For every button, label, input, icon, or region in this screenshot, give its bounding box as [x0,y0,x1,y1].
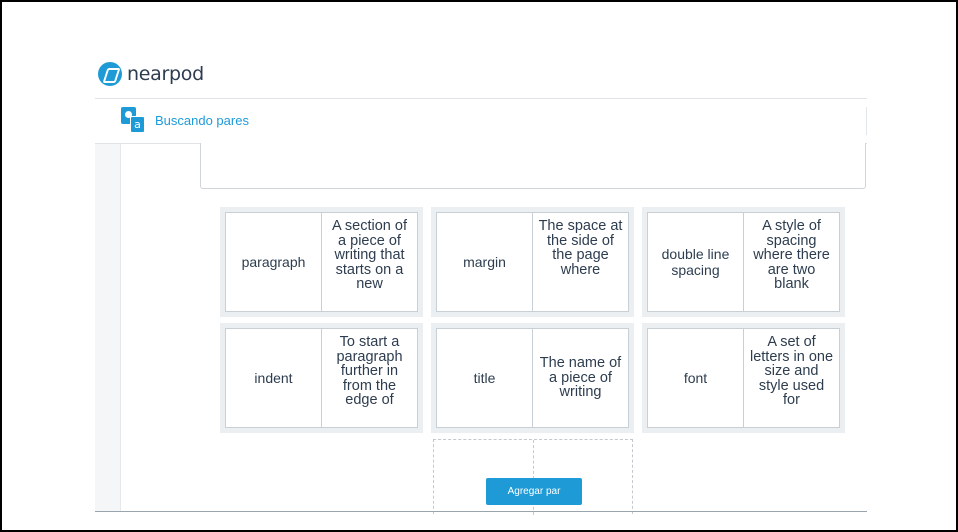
pair-definition[interactable]: A style of spacing where there are two b… [744,213,839,311]
pair-definition[interactable]: The name of a piece of writing [533,329,628,427]
instructions-field[interactable] [200,143,866,189]
nearpod-logo-icon [98,62,122,86]
left-sidebar [95,144,121,511]
brand-name: nearpod [127,63,204,85]
pair-term[interactable]: margin [437,213,533,311]
pair-term[interactable]: double line spacing [648,213,744,311]
activity-header: a Buscando pares [95,98,867,144]
add-pair-button[interactable]: Agregar par [486,478,582,505]
bottom-divider [95,511,867,512]
screenshot-frame: nearpod a Buscando pares paragraph A sec… [0,0,958,532]
pair-card[interactable]: title The name of a piece of writing [431,323,634,433]
pair-term[interactable]: paragraph [226,213,322,311]
pair-card[interactable]: margin The space at the side of the page… [431,207,634,317]
pair-term[interactable]: title [437,329,533,427]
pair-definition[interactable]: A section of a piece of writing that sta… [322,213,417,311]
pair-definition[interactable]: To start a paragraph further in from the… [322,329,417,427]
pair-term[interactable]: indent [226,329,322,427]
pair-term[interactable]: font [648,329,744,427]
nearpod-logo: nearpod [98,62,204,86]
pair-definition[interactable]: A set of letters in one size and style u… [744,329,839,427]
matching-pairs-icon-letter: a [130,116,145,133]
pair-card[interactable]: double line spacing A style of spacing w… [642,207,845,317]
pair-card[interactable]: indent To start a paragraph further in f… [220,323,423,433]
pair-definition[interactable]: The space at the side of the page where [533,213,628,311]
activity-title: Buscando pares [155,113,249,128]
pair-card[interactable]: font A set of letters in one size and st… [642,323,845,433]
pair-card[interactable]: paragraph A section of a piece of writin… [220,207,423,317]
matching-pairs-icon: a [121,107,147,133]
